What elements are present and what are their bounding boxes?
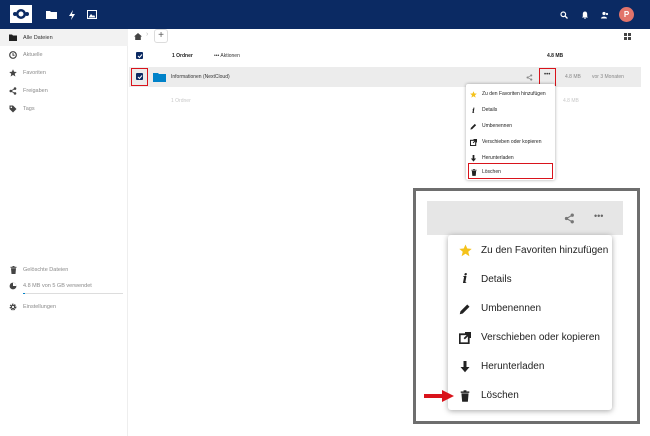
top-header: P xyxy=(0,0,650,29)
star-icon xyxy=(9,68,17,77)
menu-item-download[interactable]: Herunterladen xyxy=(448,352,612,381)
folder-count: 1 Ordner xyxy=(172,53,193,59)
highlight-checkbox xyxy=(131,68,148,86)
file-size: 4.8 MB xyxy=(565,74,581,80)
sidebar-item-shares[interactable]: Freigaben xyxy=(0,82,128,99)
sidebar: Alle Dateien Aktuelle Favoriten Freigabe… xyxy=(0,29,128,436)
search-icon[interactable] xyxy=(558,9,570,21)
notifications-icon[interactable] xyxy=(579,9,591,21)
sidebar-item-deleted-files[interactable]: Gelöschte Dateien xyxy=(0,261,128,278)
contacts-icon[interactable] xyxy=(599,9,611,21)
menu-item-move-copy[interactable]: Verschieben oder kopieren xyxy=(448,323,612,352)
select-all-checkbox[interactable] xyxy=(136,52,143,59)
share-icon[interactable] xyxy=(563,212,575,224)
trash-icon xyxy=(458,389,472,403)
footer-count: 1 Ordner xyxy=(171,98,191,104)
new-file-button[interactable]: + xyxy=(154,29,168,43)
menu-item-label: Zu den Favoriten hinzufügen xyxy=(482,91,546,97)
grid-view-icon[interactable] xyxy=(620,30,634,43)
menu-item-rename[interactable]: Umbenennen xyxy=(466,118,555,134)
menu-item-label: Zu den Favoriten hinzufügen xyxy=(481,245,609,256)
menu-item-label: Details xyxy=(481,274,512,285)
gallery-icon[interactable] xyxy=(85,8,99,21)
menu-item-label: Umbenennen xyxy=(482,123,513,129)
external-icon xyxy=(470,138,477,146)
menu-item-label: Verschieben oder kopieren xyxy=(482,139,542,145)
gear-icon xyxy=(9,303,17,311)
file-modified: vor 3 Monaten xyxy=(592,74,624,80)
actions-menu[interactable]: ••• Aktionen xyxy=(214,53,240,59)
star-icon xyxy=(470,90,477,98)
sidebar-item-all-files[interactable]: Alle Dateien xyxy=(0,29,128,46)
zoom-row: ••• xyxy=(427,201,623,235)
info-icon: i xyxy=(462,272,468,287)
sidebar-item-favorites[interactable]: Favoriten xyxy=(0,64,128,81)
menu-item-details[interactable]: i Details xyxy=(448,265,612,294)
quota-text: 4.8 MB von 5 GB verwendet xyxy=(23,282,92,289)
pencil-icon xyxy=(458,302,472,316)
menu-item-favorite[interactable]: Zu den Favoriten hinzufügen xyxy=(448,236,612,265)
footer-size: 4.8 MB xyxy=(563,98,579,104)
trash-icon xyxy=(9,265,17,274)
menu-item-rename[interactable]: Umbenennen xyxy=(448,294,612,323)
actions-label: Aktionen xyxy=(220,53,240,59)
total-size: 4.8 MB xyxy=(547,53,564,59)
avatar[interactable]: P xyxy=(619,7,634,22)
zoom-panel: ••• Zu den Favoriten hinzufügen i Detail… xyxy=(413,188,640,424)
quota-bar xyxy=(23,293,123,294)
context-menu-zoomed: Zu den Favoriten hinzufügen i Details Um… xyxy=(448,235,612,410)
red-arrow-icon xyxy=(424,390,454,402)
external-icon xyxy=(458,331,472,345)
sidebar-item-label: Gelöschte Dateien xyxy=(23,266,69,273)
download-icon xyxy=(458,360,472,374)
menu-item-details[interactable]: i Details xyxy=(466,102,555,118)
nextcloud-files-screen: P Alle Dateien Aktuelle Favoriten Freiga… xyxy=(0,0,650,436)
sidebar-item-label: Favoriten xyxy=(23,69,46,76)
share-icon xyxy=(9,86,17,95)
star-icon xyxy=(458,244,472,258)
pencil-icon xyxy=(470,123,477,130)
tag-icon xyxy=(9,105,17,113)
clock-icon xyxy=(9,50,17,59)
breadcrumb-separator: › xyxy=(146,31,149,38)
menu-item-label: Umbenennen xyxy=(481,303,542,314)
activity-icon[interactable] xyxy=(65,8,79,21)
menu-item-label: Löschen xyxy=(481,390,519,401)
highlight-delete xyxy=(468,163,553,179)
pie-chart-icon xyxy=(9,282,17,290)
folder-icon xyxy=(9,34,17,42)
sidebar-quota: 4.8 MB von 5 GB verwendet xyxy=(0,277,128,294)
menu-item-label: Details xyxy=(482,107,498,113)
sidebar-item-label: Freigaben xyxy=(23,87,48,94)
dots-icon[interactable]: ••• xyxy=(594,211,603,221)
sidebar-item-tags[interactable]: Tags xyxy=(0,100,128,117)
menu-item-label: Verschieben oder kopieren xyxy=(481,332,600,343)
sidebar-item-label: Aktuelle xyxy=(23,51,43,58)
sidebar-item-label: Alle Dateien xyxy=(23,34,53,41)
check-icon xyxy=(137,53,142,58)
home-icon[interactable] xyxy=(133,31,143,41)
sidebar-item-settings[interactable]: Einstellungen xyxy=(0,298,128,315)
download-icon xyxy=(470,154,477,162)
menu-item-label: Herunterladen xyxy=(482,155,514,161)
files-icon[interactable] xyxy=(44,8,58,21)
share-icon[interactable] xyxy=(525,73,533,81)
dots-icon: ••• xyxy=(214,53,220,59)
menu-item-favorite[interactable]: Zu den Favoriten hinzufügen xyxy=(466,86,555,102)
menu-item-move-copy[interactable]: Verschieben oder kopieren xyxy=(466,134,555,150)
sidebar-item-label: Einstellungen xyxy=(23,303,57,310)
sidebar-item-recent[interactable]: Aktuelle xyxy=(0,46,128,63)
menu-item-label: Herunterladen xyxy=(481,361,545,372)
nextcloud-logo[interactable] xyxy=(10,5,32,23)
info-icon: i xyxy=(472,105,475,115)
folder-icon xyxy=(153,73,166,82)
menu-item-delete[interactable]: Löschen xyxy=(448,381,612,410)
quota-bar-fill xyxy=(23,293,25,294)
sidebar-item-label: Tags xyxy=(23,105,35,112)
file-name[interactable]: Informationen (NextCloud) xyxy=(171,74,230,80)
